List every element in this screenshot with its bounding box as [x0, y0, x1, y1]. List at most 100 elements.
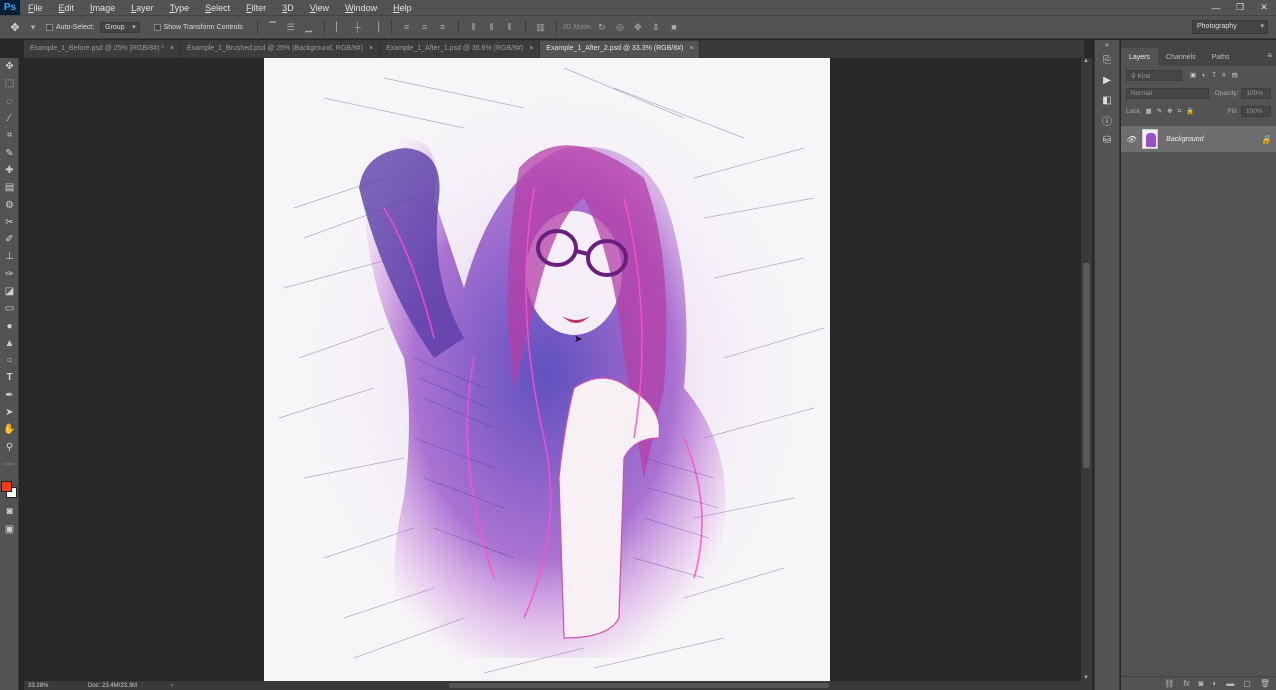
auto-select-dropdown[interactable]: Group	[100, 21, 140, 33]
minimize-button[interactable]: —	[1204, 0, 1228, 15]
distribute-bottom-icon[interactable]: ≡	[436, 20, 450, 34]
workspace-dropdown[interactable]: Photography	[1192, 20, 1268, 34]
status-arrow-icon[interactable]: ›	[171, 683, 173, 689]
gradient-tool-icon[interactable]: ▭	[0, 300, 19, 317]
align-right-icon[interactable]: ▕	[369, 20, 383, 34]
new-layer-icon[interactable]: ▢	[1243, 679, 1251, 688]
marquee-tool-icon[interactable]: ⬚	[0, 75, 19, 92]
chevron-down-icon[interactable]: ▾	[26, 20, 40, 34]
3d-pan-icon[interactable]: ✥	[631, 20, 645, 34]
clone-stamp-icon[interactable]: ⊥	[0, 248, 19, 265]
brush-tool-icon[interactable]: ✐	[0, 231, 19, 248]
link-layers-icon[interactable]: ⛓	[1164, 679, 1174, 688]
close-tab-icon[interactable]: ×	[689, 45, 693, 52]
distribute-hcenter-icon[interactable]: ⦀	[485, 20, 499, 34]
dodge-tool-icon[interactable]: ○	[0, 352, 19, 369]
color-swatches[interactable]	[0, 473, 18, 503]
scissors-icon[interactable]: ✂	[0, 214, 19, 231]
history-icon[interactable]: ⎘	[1095, 50, 1119, 70]
info-icon[interactable]: ⓘ	[1095, 110, 1119, 130]
transform-controls-checkbox[interactable]: Show Transform Controls	[153, 23, 243, 31]
lasso-tool-icon[interactable]: ◌	[0, 93, 19, 110]
blend-mode-dropdown[interactable]: Normal	[1126, 87, 1209, 99]
collapse-icon[interactable]: «	[1095, 40, 1119, 50]
close-tab-icon[interactable]: ×	[529, 45, 533, 52]
document-canvas[interactable]: ➤	[264, 58, 830, 681]
properties-icon[interactable]: ◧	[1095, 90, 1119, 110]
hand-tool-icon[interactable]: ✋	[0, 421, 19, 438]
3d-rotate-icon[interactable]: ↻	[595, 20, 609, 34]
opacity-field[interactable]: 100%	[1241, 87, 1271, 99]
tab-channels[interactable]: Channels	[1158, 48, 1204, 66]
distribute-left-icon[interactable]: ⦀	[467, 20, 481, 34]
magic-wand-icon[interactable]: ⁄	[0, 110, 19, 127]
quick-mask-icon[interactable]: ◙	[0, 503, 19, 520]
eyedropper-icon[interactable]: ✎	[0, 144, 19, 161]
zoom-level[interactable]: 33.28%	[28, 683, 78, 689]
3d-scale-icon[interactable]: ■	[667, 20, 681, 34]
trash-icon[interactable]: 🗑	[1260, 679, 1270, 688]
menu-layer[interactable]: Layer	[123, 3, 162, 13]
align-bottom-icon[interactable]: ▁	[302, 20, 316, 34]
menu-help[interactable]: Help	[385, 3, 420, 13]
sharpen-tool-icon[interactable]: ▲	[0, 335, 19, 352]
tab-layers[interactable]: Layers	[1121, 48, 1159, 66]
move-tool-preset-icon[interactable]: ✥	[8, 20, 22, 34]
tab-paths[interactable]: Paths	[1204, 48, 1238, 66]
eraser-icon[interactable]: ◪	[0, 283, 19, 300]
tab-example-brushed[interactable]: Example_1_Brushed.psd @ 25% (Background,…	[181, 41, 381, 58]
ruler-icon[interactable]: ▤	[0, 179, 19, 196]
type-tool-icon[interactable]: T	[0, 369, 19, 386]
add-mask-icon[interactable]: ◙	[1199, 679, 1204, 688]
libraries-icon[interactable]: ⛁	[1095, 130, 1119, 150]
tab-example-after-2[interactable]: Example_1_After_2.psd @ 33.3% (RGB/8#) ×	[540, 41, 701, 58]
tab-example-before[interactable]: Example_1_Before.psd @ 25% (RGB/8#) * ×	[24, 41, 182, 58]
filter-type-icons[interactable]: ▣◐T⌗▤	[1190, 71, 1244, 80]
close-tab-icon[interactable]: ×	[369, 45, 373, 52]
menu-edit[interactable]: Edit	[51, 3, 83, 13]
fill-field[interactable]: 100%	[1241, 105, 1271, 117]
close-tab-icon[interactable]: ×	[170, 45, 174, 52]
align-top-icon[interactable]: ▔	[266, 20, 280, 34]
panel-menu-icon[interactable]: ≡	[1267, 51, 1276, 66]
menu-3d[interactable]: 3D	[274, 3, 302, 13]
menu-window[interactable]: Window	[337, 3, 385, 13]
actions-play-icon[interactable]: ▶	[1095, 70, 1119, 90]
menu-view[interactable]: View	[302, 3, 337, 13]
3d-slide-icon[interactable]: ⇕	[649, 20, 663, 34]
menu-image[interactable]: Image	[82, 3, 123, 13]
auto-select-checkbox[interactable]: Auto-Select:	[46, 23, 94, 31]
menu-type[interactable]: Type	[162, 3, 198, 13]
close-button[interactable]: ✕	[1252, 0, 1276, 15]
lock-options-icons[interactable]: ▦✎✥⌗🔒	[1146, 107, 1200, 116]
pen-tool-icon[interactable]: ✒	[0, 387, 19, 404]
history-brush-icon[interactable]: ✑	[0, 266, 19, 283]
zoom-tool-icon[interactable]: ⚲	[0, 439, 19, 456]
vertical-scrollbar[interactable]: ▲ ▼	[1081, 58, 1092, 681]
path-selection-icon[interactable]: ➤	[0, 404, 19, 421]
blur-tool-icon[interactable]: ●	[0, 317, 19, 334]
distribute-top-icon[interactable]: ≡	[400, 20, 414, 34]
auto-align-icon[interactable]: ▥	[534, 20, 548, 34]
foreground-color-swatch[interactable]	[1, 481, 12, 493]
fx-icon[interactable]: fx	[1183, 679, 1189, 688]
canvas-area[interactable]: ➤	[24, 58, 1081, 681]
menu-file[interactable]: File	[20, 3, 51, 13]
healing-brush-icon[interactable]: ✚	[0, 162, 19, 179]
menu-filter[interactable]: Filter	[238, 3, 274, 13]
screen-mode-icon[interactable]: ▣	[0, 520, 19, 537]
vertical-scroll-thumb[interactable]	[1083, 263, 1090, 468]
eye-icon[interactable]: 👁	[1126, 135, 1136, 144]
align-vcenter-icon[interactable]: ☰	[284, 20, 298, 34]
patch-tool-icon[interactable]: ⚙	[0, 196, 19, 213]
move-tool-icon[interactable]: ✥	[0, 58, 19, 75]
align-hcenter-icon[interactable]: ┼	[351, 20, 365, 34]
new-group-icon[interactable]: ▬	[1226, 679, 1234, 688]
layer-name[interactable]: Background	[1166, 136, 1203, 143]
kind-filter[interactable]: ⚲ Kind	[1126, 69, 1182, 81]
restore-button[interactable]: ❐	[1228, 0, 1252, 15]
distribute-vcenter-icon[interactable]: ≡	[418, 20, 432, 34]
horizontal-scroll-thumb[interactable]	[449, 683, 829, 688]
align-left-icon[interactable]: ▏	[333, 20, 347, 34]
adjustment-layer-icon[interactable]: ◐	[1212, 679, 1217, 688]
